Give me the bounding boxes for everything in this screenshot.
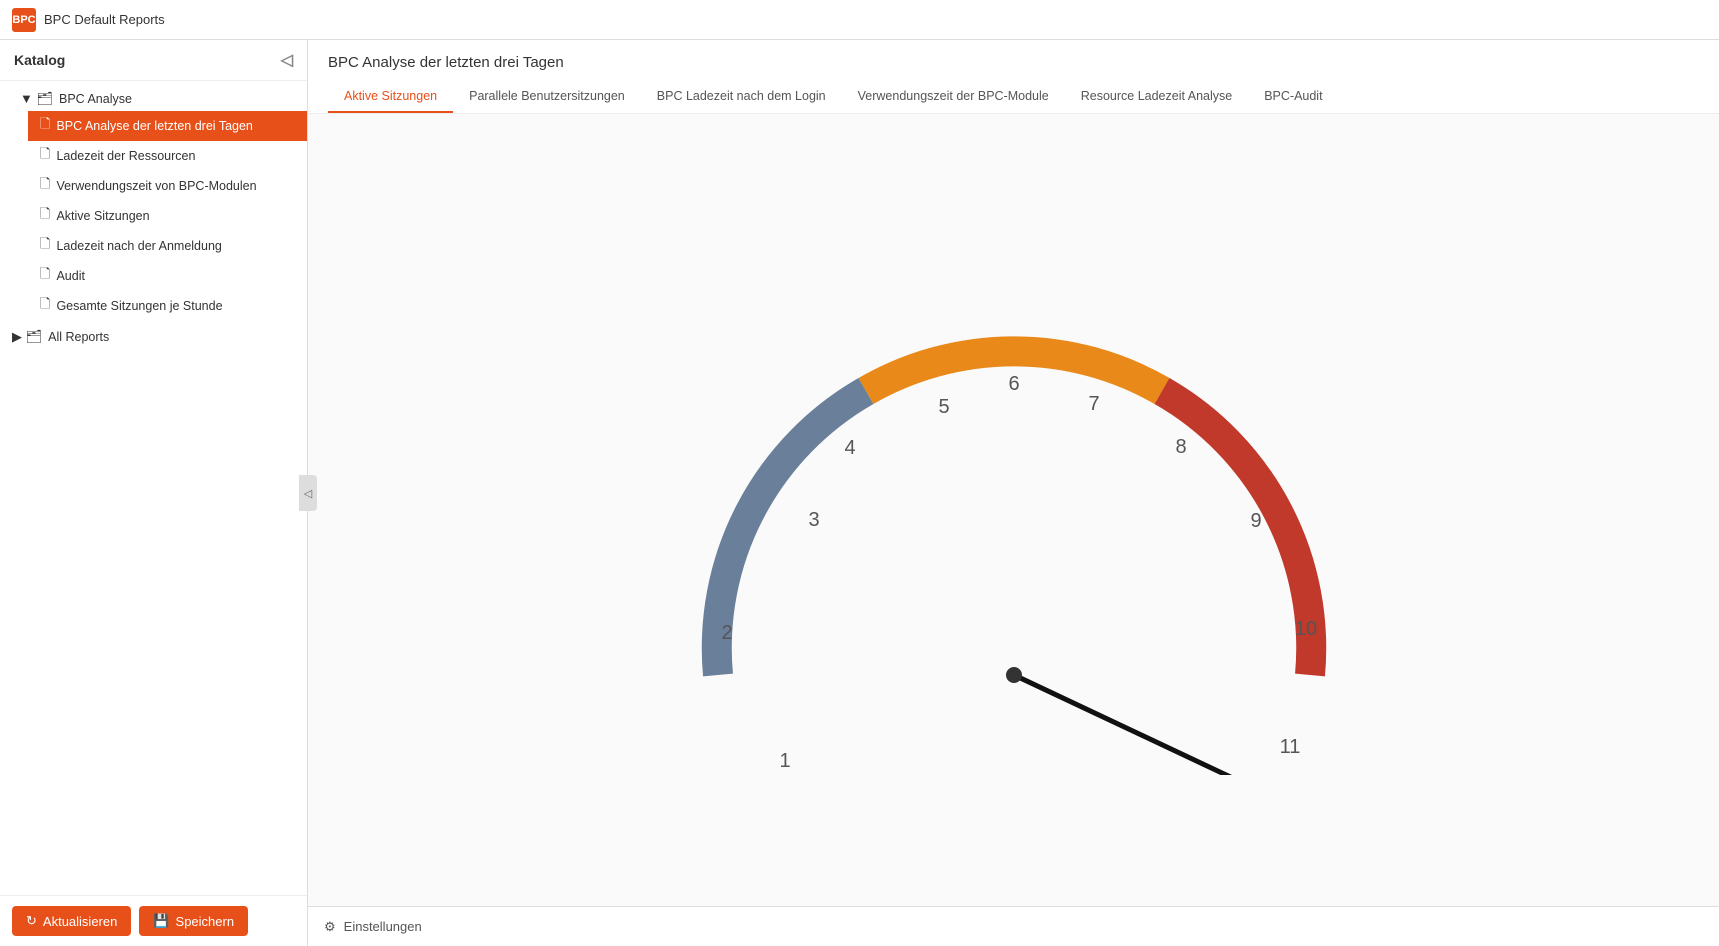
- gauge-label-8: 8: [1175, 436, 1186, 458]
- gauge-label-9: 9: [1250, 510, 1261, 532]
- tab-resource-ladezeit[interactable]: Resource Ladezeit Analyse: [1065, 81, 1248, 113]
- chart-area: 0 1 2 3 4 5 6 7 8: [308, 114, 1719, 906]
- tree-item-sitzungen-stunde[interactable]: 🗋 Gesamte Sitzungen je Stunde: [28, 291, 307, 321]
- tab-parallele[interactable]: Parallele Benutzersitzungen: [453, 81, 641, 113]
- gauge-label-2: 2: [721, 622, 732, 644]
- sidebar-tree: ▼ 🗂 BPC Analyse 🗋 BPC Analyse der letzte…: [0, 81, 307, 895]
- collapse-icon[interactable]: ◁: [281, 50, 293, 70]
- tree-item-bpc-analyse[interactable]: 🗋 BPC Analyse der letzten drei Tagen: [28, 111, 307, 141]
- sidebar: Katalog ◁ ▼ 🗂 BPC Analyse 🗋 BPC Analyse …: [0, 40, 308, 946]
- refresh-button[interactable]: ↻ Aktualisieren: [12, 906, 131, 936]
- tree-item-all-reports[interactable]: ▶ 🗂 All Reports: [0, 325, 307, 349]
- gauge-svg: 0 1 2 3 4 5 6 7 8: [514, 195, 1514, 775]
- tree-group-bpc-label[interactable]: ▼ 🗂 BPC Analyse: [8, 87, 307, 111]
- app-title: BPC Default Reports: [44, 12, 165, 27]
- content-header: BPC Analyse der letzten drei Tagen Aktiv…: [308, 40, 1719, 114]
- tree-item-audit[interactable]: 🗋 Audit: [28, 261, 307, 291]
- refresh-label: Aktualisieren: [43, 914, 117, 929]
- collapse-handle[interactable]: ◁: [299, 475, 317, 511]
- gauge-segment-red: [1162, 391, 1311, 675]
- sidebar-title: Katalog: [14, 52, 65, 68]
- gauge-segment-gray: [716, 391, 865, 675]
- save-button[interactable]: 💾 Speichern: [139, 906, 248, 936]
- gauge-label-10: 10: [1294, 618, 1316, 640]
- save-icon: 💾: [153, 913, 169, 929]
- content-title: BPC Analyse der letzten drei Tagen: [328, 54, 1699, 71]
- tree-item-ladezeit-anmeldung[interactable]: 🗋 Ladezeit nach der Anmeldung: [28, 231, 307, 261]
- gauge-container: 0 1 2 3 4 5 6 7 8: [514, 195, 1514, 795]
- doc-icon-5: 🗋: [40, 235, 50, 257]
- gauge-label-5: 5: [938, 396, 949, 418]
- tab-bpc-audit[interactable]: BPC-Audit: [1248, 81, 1338, 113]
- doc-icon-1: 🗋: [40, 115, 50, 137]
- gauge-label-11: 11: [1279, 736, 1300, 758]
- content: BPC Analyse der letzten drei Tagen Aktiv…: [308, 40, 1719, 946]
- settings-icon: ⚙: [324, 919, 336, 935]
- tab-aktive-sitzungen[interactable]: Aktive Sitzungen: [328, 81, 453, 113]
- folder-icon-all: ▶ 🗂: [12, 329, 42, 345]
- main-layout: Katalog ◁ ▼ 🗂 BPC Analyse 🗋 BPC Analyse …: [0, 40, 1719, 946]
- sidebar-header: Katalog ◁: [0, 40, 307, 81]
- doc-icon-6: 🗋: [40, 265, 50, 287]
- tree-item-aktive-sitzungen[interactable]: 🗋 Aktive Sitzungen: [28, 201, 307, 231]
- refresh-icon: ↻: [26, 913, 37, 929]
- gauge-label-1: 1: [779, 750, 790, 772]
- doc-icon-3: 🗋: [40, 175, 50, 197]
- settings-label[interactable]: Einstellungen: [344, 919, 422, 934]
- save-label: Speichern: [176, 914, 235, 929]
- gauge-label-4: 4: [844, 437, 855, 459]
- gauge-label-3: 3: [808, 509, 819, 531]
- sidebar-footer: ↻ Aktualisieren 💾 Speichern: [0, 895, 307, 946]
- folder-open-icon: ▼ 🗂: [20, 91, 53, 107]
- tabs: Aktive Sitzungen Parallele Benutzersitzu…: [328, 81, 1699, 113]
- doc-icon-4: 🗋: [40, 205, 50, 227]
- doc-icon-7: 🗋: [40, 295, 50, 317]
- tree-item-ladezeit-ressourcen[interactable]: 🗋 Ladezeit der Ressourcen: [28, 141, 307, 171]
- bottom-bar: ⚙ Einstellungen: [308, 906, 1719, 946]
- tab-verwendungszeit[interactable]: Verwendungszeit der BPC-Module: [842, 81, 1065, 113]
- tree-group-bpc: ▼ 🗂 BPC Analyse 🗋 BPC Analyse der letzte…: [0, 87, 307, 321]
- top-bar: BPC BPC Default Reports: [0, 0, 1719, 40]
- doc-icon-2: 🗋: [40, 145, 50, 167]
- gauge-needle: [1014, 675, 1396, 775]
- gauge-center-dot: [1006, 667, 1022, 683]
- gauge-label-6: 6: [1008, 373, 1019, 395]
- app-icon: BPC: [12, 8, 36, 32]
- gauge-label-7: 7: [1088, 393, 1099, 415]
- tab-ladezeit-login[interactable]: BPC Ladezeit nach dem Login: [641, 81, 842, 113]
- tree-item-verwendungszeit[interactable]: 🗋 Verwendungszeit von BPC-Modulen: [28, 171, 307, 201]
